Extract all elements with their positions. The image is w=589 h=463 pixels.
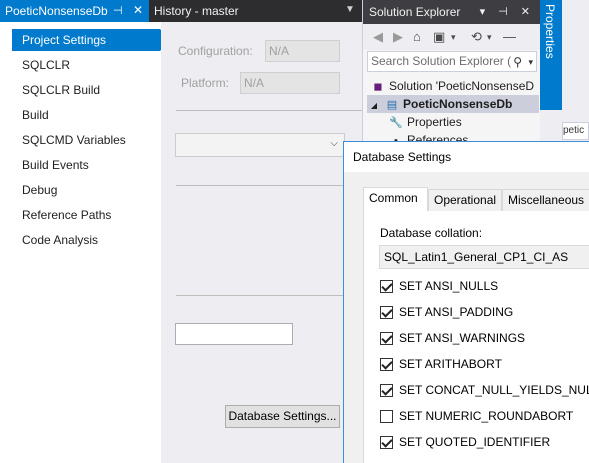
option-label: SET ANSI_WARNINGS	[399, 331, 526, 345]
solution-icon: ◼	[373, 81, 383, 93]
checkbox[interactable]	[380, 331, 393, 345]
checkbox[interactable]	[380, 279, 393, 293]
nav-item-reference-paths[interactable]: Reference Paths	[22, 204, 111, 226]
option-numeric-roundabort[interactable]: SET NUMERIC_ROUNDABORT	[380, 407, 573, 425]
configuration-select[interactable]: N/A	[265, 40, 340, 62]
solution-search-input[interactable]: Search Solution Explorer ( ⚲ ▾	[367, 51, 537, 72]
nav-item-debug[interactable]: Debug	[22, 179, 57, 201]
checkbox[interactable]	[380, 409, 393, 423]
option-concat-null-yields-null[interactable]: SET CONCAT_NULL_YIELDS_NULL	[380, 381, 589, 399]
close-icon[interactable]: ✕	[133, 3, 143, 17]
properties-window-tab[interactable]: Properties	[540, 0, 562, 110]
option-ansi-warnings[interactable]: SET ANSI_WARNINGS	[380, 329, 525, 347]
nav-item-sqlclr[interactable]: SQLCLR	[22, 54, 70, 76]
solution-explorer-title: Solution Explorer ▾ ⊣ ✕	[363, 0, 541, 24]
search-options-icon[interactable]: ▾	[528, 53, 533, 71]
option-label: SET NUMERIC_ROUNDABORT	[399, 409, 574, 423]
option-ansi-padding[interactable]: SET ANSI_PADDING	[380, 303, 513, 321]
chevron-down-icon: ⌵	[330, 138, 338, 149]
pending-changes-icon[interactable]: ⟲	[471, 29, 482, 45]
option-label: SET QUOTED_IDENTIFIER	[399, 435, 551, 449]
option-ansi-nulls[interactable]: SET ANSI_NULLS	[380, 277, 498, 295]
database-project-icon: ▤	[386, 99, 398, 111]
tab-operational[interactable]: Operational	[428, 189, 502, 211]
tree-item-label: Properties	[407, 115, 462, 129]
search-placeholder: Search Solution Explorer (	[371, 54, 512, 68]
nav-item-sqlcmd-variables[interactable]: SQLCMD Variables	[22, 129, 126, 151]
section-divider	[176, 185, 366, 186]
nav-item-sqlclr-build[interactable]: SQLCLR Build	[22, 79, 100, 101]
tab-poeticnonsensedb[interactable]: PoeticNonsenseDb ⊣ ✕	[0, 0, 149, 22]
tab-label: PoeticNonsenseDb	[5, 4, 108, 18]
option-quoted-identifier[interactable]: SET QUOTED_IDENTIFIER	[380, 433, 550, 451]
option-label: SET ANSI_PADDING	[399, 305, 514, 319]
forward-icon[interactable]: ▶	[393, 29, 403, 45]
tree-item-label: PoeticNonsenseDb	[403, 97, 513, 111]
nav-item-build-events[interactable]: Build Events	[22, 154, 89, 176]
option-label: SET ANSI_NULLS	[399, 279, 499, 293]
default-schema-input[interactable]	[175, 323, 293, 345]
tree-item-solution[interactable]: ◼ Solution 'PoeticNonsenseD	[371, 77, 539, 95]
option-label: SET CONCAT_NULL_YIELDS_NULL	[399, 383, 589, 397]
separator-icon: —	[503, 29, 516, 44]
panel-title: Solution Explorer	[369, 5, 461, 19]
tab-common[interactable]: Common	[363, 187, 428, 211]
panel-window-buttons[interactable]: ▾ ⊣ ✕	[480, 0, 535, 24]
switch-views-icon[interactable]: ▣	[433, 29, 445, 45]
properties-value-sliver: petic	[562, 122, 589, 140]
nav-item-label: Project Settings	[22, 33, 107, 47]
dialog-title: Database Settings	[353, 150, 452, 164]
collation-label: Database collation:	[380, 226, 483, 240]
checkbox[interactable]	[380, 357, 393, 371]
configuration-label: Configuration:	[178, 44, 253, 58]
database-settings-dialog: Database Settings Common Operational Mis…	[343, 141, 589, 463]
solution-explorer-toolbar: ◀ ▶ ⌂ ▣ ▾ ⟲ ▾ —	[363, 24, 541, 50]
project-properties-nav: Project Settings SQLCLR SQLCLR Build Bui…	[0, 22, 170, 463]
checkbox[interactable]	[380, 305, 393, 319]
collation-select[interactable]: SQL_Latin1_General_CP1_CI_AS	[379, 245, 589, 269]
tab-label: History - master	[154, 4, 239, 18]
document-tab-strip: PoeticNonsenseDb ⊣ ✕ History - master ▼	[0, 0, 362, 22]
platform-label: Platform:	[181, 76, 230, 90]
section-divider	[176, 110, 366, 111]
dropdown-icon[interactable]: ▾	[487, 32, 492, 43]
pin-icon[interactable]: ⊣	[113, 4, 123, 17]
database-settings-button[interactable]: Database Settings...	[225, 405, 340, 428]
option-arithabort[interactable]: SET ARITHABORT	[380, 355, 502, 373]
checkbox[interactable]	[380, 383, 393, 397]
search-icon[interactable]: ⚲	[513, 53, 522, 71]
wrench-icon: 🔧	[389, 117, 403, 129]
platform-select[interactable]: N/A	[240, 72, 340, 94]
option-label: SET ARITHABORT	[399, 357, 502, 371]
dropdown-icon[interactable]: ▾	[451, 32, 456, 43]
tab-miscellaneous[interactable]: Miscellaneous	[502, 189, 589, 211]
tab-overflow-icon[interactable]: ▼	[345, 4, 355, 15]
section-divider	[176, 295, 366, 296]
nav-item-code-analysis[interactable]: Code Analysis	[22, 229, 98, 251]
tree-item-label: Solution 'PoeticNonsenseD	[389, 79, 535, 93]
home-icon[interactable]: ⌂	[413, 29, 421, 44]
tab-history-master[interactable]: History - master	[149, 0, 349, 22]
tree-item-project[interactable]: ◢ ▤ PoeticNonsenseDb	[367, 95, 539, 113]
target-platform-combo[interactable]: ⌵	[175, 133, 345, 157]
properties-tab-label: Properties	[543, 4, 557, 59]
tree-item-properties[interactable]: 🔧 Properties	[389, 113, 539, 131]
checkbox[interactable]	[380, 435, 393, 449]
nav-item-build[interactable]: Build	[22, 104, 49, 126]
solution-explorer: Solution Explorer ▾ ⊣ ✕ ◀ ▶ ⌂ ▣ ▾ ⟲ ▾ — …	[362, 0, 541, 147]
back-icon[interactable]: ◀	[373, 29, 383, 45]
expand-icon[interactable]: ◢	[367, 97, 381, 113]
nav-item-project-settings[interactable]: Project Settings	[12, 29, 170, 51]
dialog-titlebar[interactable]: Database Settings	[344, 142, 589, 172]
